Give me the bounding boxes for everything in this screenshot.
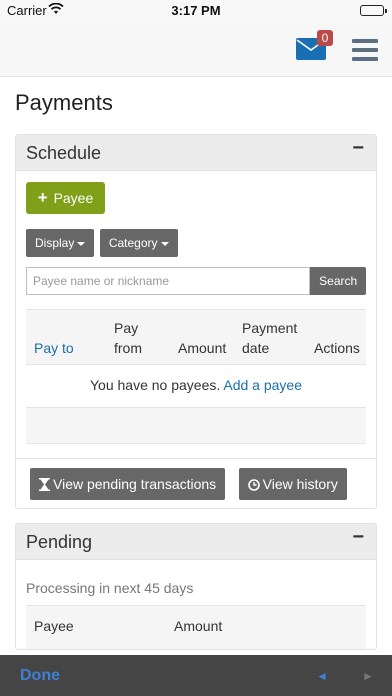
navbar: 0	[0, 20, 392, 77]
column-pay-from: Pay from	[114, 320, 142, 356]
column-payee: Payee	[34, 618, 74, 634]
search-row: Search	[26, 267, 366, 295]
status-bar: Carrier 3:17 PM	[0, 0, 392, 20]
view-pending-label: View pending transactions	[53, 476, 217, 492]
payee-search-input[interactable]	[26, 267, 311, 295]
battery-icon	[360, 5, 387, 16]
hamburger-menu-icon[interactable]	[352, 39, 378, 61]
clock: 3:17 PM	[171, 3, 221, 18]
column-actions: Actions	[314, 340, 360, 356]
column-pending-amount: Amount	[174, 618, 223, 634]
empty-message: You have no payees.	[89, 377, 221, 393]
pending-panel-heading: Pending −	[16, 524, 376, 560]
column-amount: Amount	[178, 340, 227, 356]
payees-table-header: Pay to Pay from Amount Payment date Action…	[26, 309, 366, 365]
category-dropdown[interactable]: Category	[99, 229, 178, 257]
payees-table-footer	[26, 408, 366, 444]
view-pending-button[interactable]: View pending transactions	[30, 468, 226, 500]
add-payee-link[interactable]: Add a payee	[223, 377, 302, 393]
view-history-button[interactable]: View history	[238, 468, 347, 500]
column-payment-date: Payment date	[242, 320, 298, 356]
display-dropdown[interactable]: Display	[26, 229, 95, 257]
schedule-title: Schedule	[26, 143, 102, 163]
pending-subtitle: Processing in next 45 days	[26, 580, 194, 596]
filter-row: Display Category	[26, 229, 366, 257]
collapse-pending-icon[interactable]: −	[352, 526, 364, 549]
main-content: Payments Schedule − + Payee Display Cate…	[15, 90, 377, 650]
search-button[interactable]: Search	[310, 267, 366, 295]
pending-title: Pending	[26, 532, 93, 552]
pending-table-header: Payee Amount	[26, 605, 366, 649]
schedule-panel-body: + Payee Display Category Search Pay to P…	[16, 171, 376, 508]
column-pay-to[interactable]: Pay to	[34, 338, 74, 358]
caret-down-icon	[160, 241, 169, 246]
next-field-arrow-icon[interactable]: ►	[362, 669, 374, 683]
schedule-actions: View pending transactions View history	[16, 458, 376, 508]
plus-icon: +	[37, 188, 48, 207]
view-history-label: View history	[262, 476, 338, 492]
previous-field-arrow-icon[interactable]: ◄	[316, 669, 328, 683]
schedule-panel: Schedule − + Payee Display Category Sear…	[15, 134, 377, 509]
message-count-badge: 0	[317, 30, 333, 46]
schedule-panel-heading: Schedule −	[16, 135, 376, 171]
empty-payees-row: You have no payees. Add a payee	[26, 365, 366, 408]
page-title: Payments	[15, 90, 113, 115]
messages-button[interactable]: 0	[296, 30, 333, 62]
done-button[interactable]: Done	[20, 667, 60, 685]
clock-icon	[247, 479, 260, 491]
keyboard-toolbar: Done ◄ ►	[0, 655, 392, 696]
pending-panel: Pending − Processing in next 45 days Pay…	[15, 523, 377, 650]
hourglass-icon	[39, 478, 50, 491]
display-label: Display	[35, 236, 75, 250]
caret-down-icon	[77, 241, 86, 246]
add-payee-label: Payee	[53, 190, 94, 206]
collapse-schedule-icon[interactable]: −	[352, 137, 364, 160]
category-label: Category	[108, 236, 158, 250]
add-payee-button[interactable]: + Payee	[26, 182, 105, 214]
